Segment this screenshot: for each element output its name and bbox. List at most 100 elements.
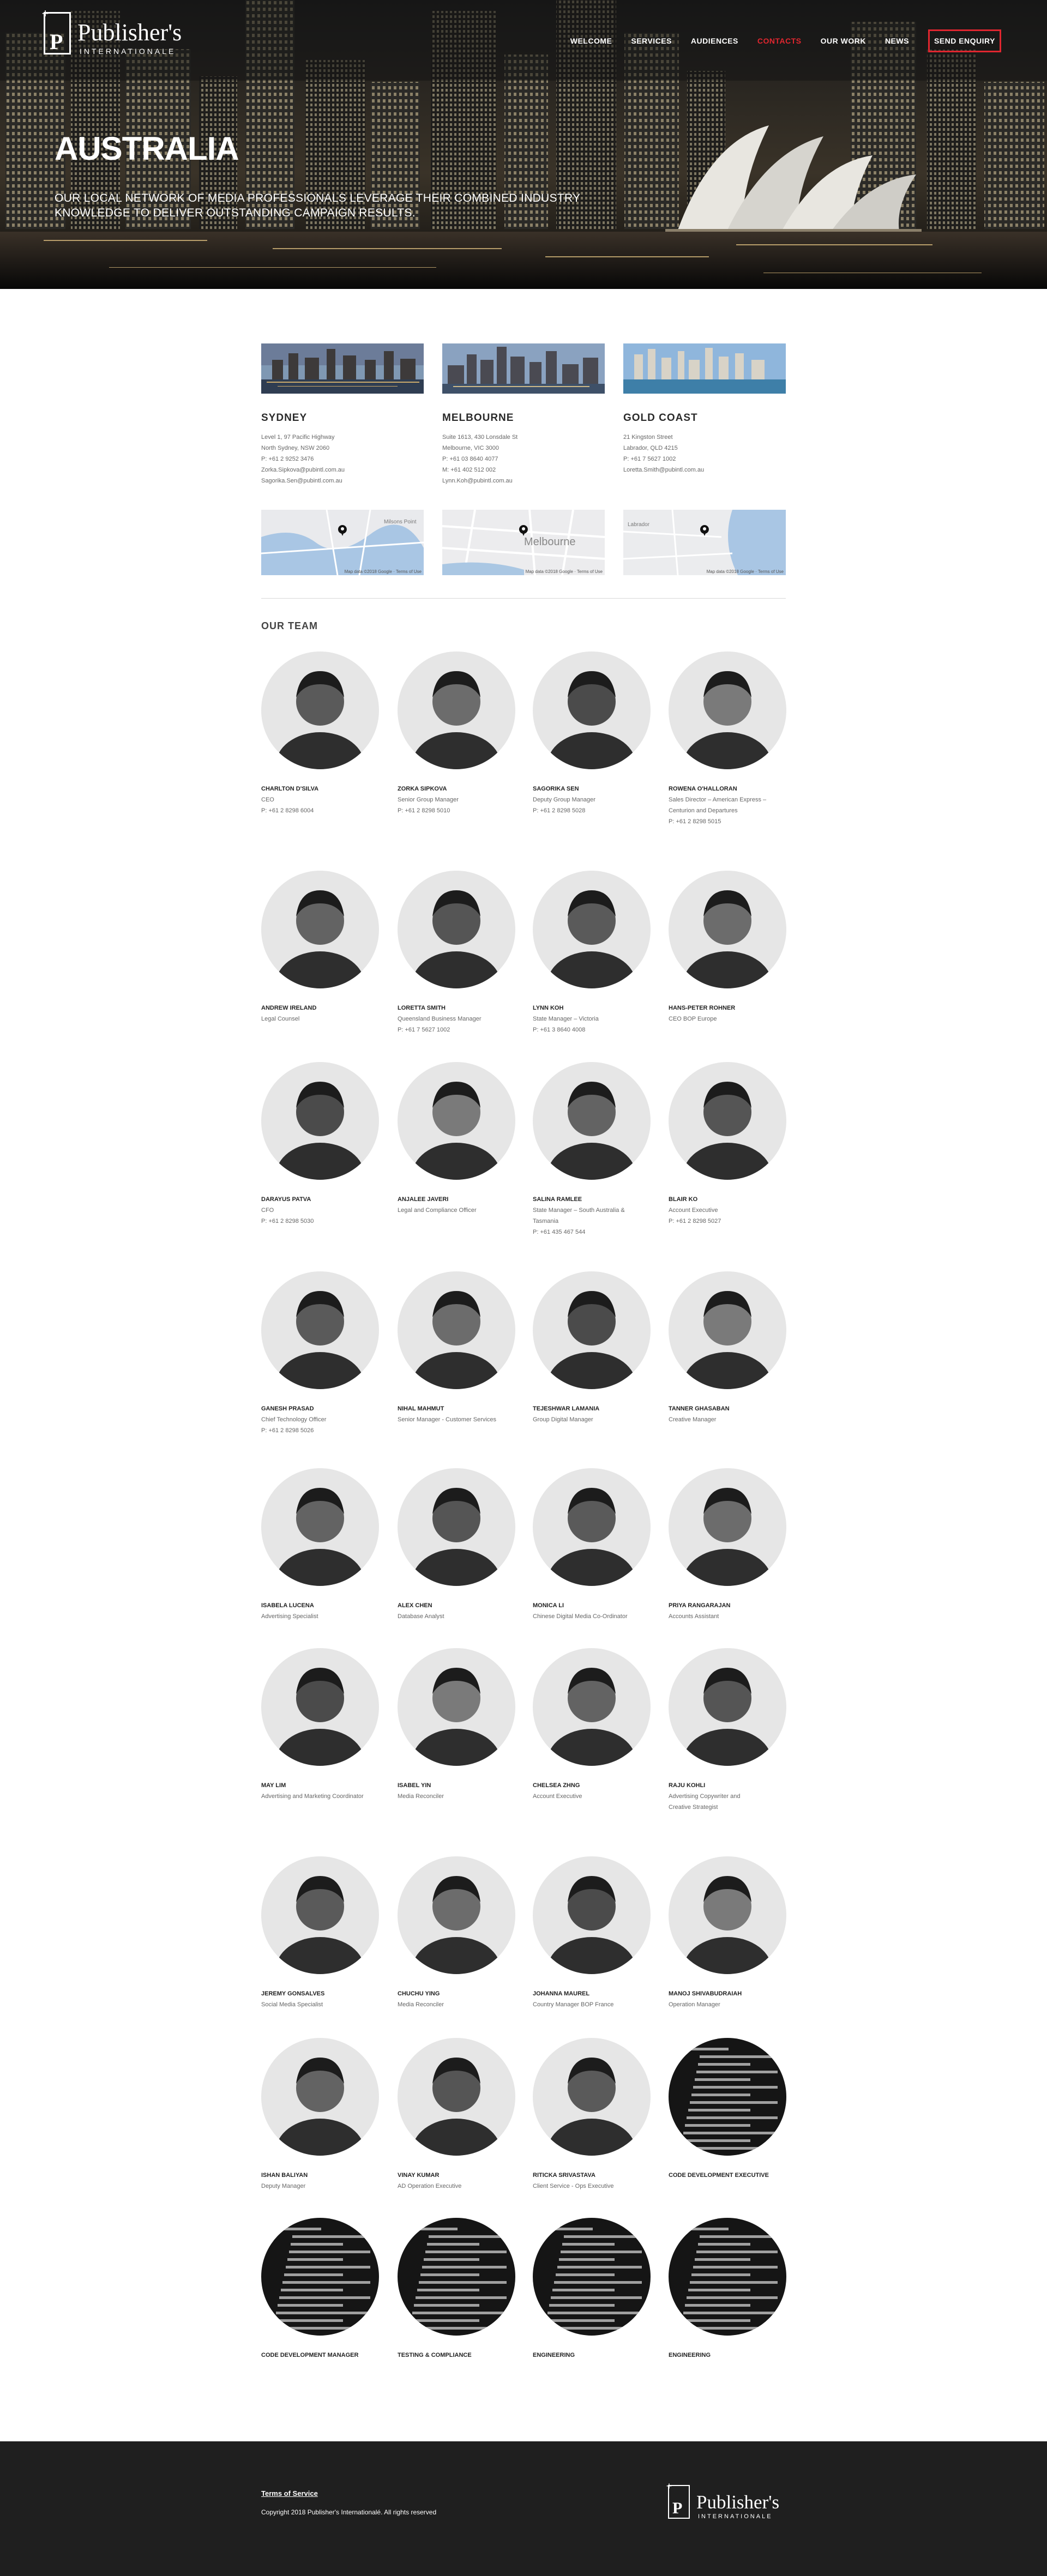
nav-services[interactable]: SERVICES: [631, 37, 672, 45]
office-city: MELBOURNE: [442, 412, 514, 424]
logo-wordmark: Publisher's: [77, 19, 182, 46]
email-link[interactable]: Sagorika.Sen@pubintl.com.au: [261, 475, 424, 486]
team-member-role: Advertising and Marketing Coordinator: [261, 1793, 364, 1800]
team-member-card: MAY LIM Advertising and Marketing Coordin…: [261, 1648, 387, 1802]
team-member-card: VINAY KUMAR AD Operation Executive: [398, 2038, 523, 2192]
team-member-role: Country Manager BOP France: [533, 2001, 614, 2008]
team-member-role: Account Executive: [533, 1793, 582, 1800]
team-member-name: LYNN KOH: [533, 1005, 564, 1011]
terms-of-service-link[interactable]: Terms of Service: [261, 2489, 318, 2497]
team-member-photo: [533, 2218, 651, 2336]
team-member-photo: [261, 1468, 379, 1586]
team-member-role: Media Reconciler: [398, 1793, 444, 1800]
melbourne-map[interactable]: Melbourne Map data ©2018 Google · Terms …: [442, 510, 605, 575]
team-member-name: MONICA LI: [533, 1602, 564, 1609]
team-member-photo: [669, 1062, 786, 1180]
team-member-photo: [669, 651, 786, 769]
team-member-photo: [669, 2038, 786, 2156]
team-member-photo: [398, 1271, 515, 1389]
team-member-card: NIHAL MAHMUT Senior Manager - Customer Se…: [398, 1271, 523, 1425]
team-member-name: ROWENA O'HALLORAN: [669, 786, 737, 792]
team-member-photo: [261, 2218, 379, 2336]
team-member-name: ZORKA SIPKOVA: [398, 786, 447, 792]
team-member-photo: [398, 1468, 515, 1586]
team-member-name: MANOJ SHIVABUDRAIAH: [669, 1990, 742, 1997]
email-link[interactable]: Loretta.Smith@pubintl.com.au: [623, 464, 786, 475]
team-member-photo: [669, 2218, 786, 2336]
team-member-name: TESTING & COMPLIANCE: [398, 2352, 472, 2358]
team-member-name: CHELSEA ZHNG: [533, 1782, 580, 1789]
team-member-role: Account Executive P: +61 2 8298 5027: [669, 1207, 721, 1224]
map-attribution: Map data ©2018 Google · Terms of Use: [344, 569, 422, 574]
gold-coast-map[interactable]: Labrador Map data ©2018 Google · Terms o…: [623, 510, 786, 575]
hero-banner: + P Publisher's INTERNATIONALE WELCOME SE…: [0, 0, 1047, 289]
team-member-photo: [533, 871, 651, 988]
team-member-card: LYNN KOH State Manager – Victoria P: +61 3…: [533, 871, 658, 1035]
team-member-name: ISABELA LUCENA: [261, 1602, 314, 1609]
team-member-name: TEJESHWAR LAMANIA: [533, 1405, 600, 1412]
team-member-photo: [533, 1648, 651, 1766]
footer-logo[interactable]: + P Publisher's INTERNATIONALE: [666, 2481, 799, 2523]
nav-contacts[interactable]: CONTACTS: [757, 37, 802, 45]
team-member-card: CODE DEVELOPMENT EXECUTIVE: [669, 2038, 794, 2181]
nav-audiences[interactable]: AUDIENCES: [691, 37, 738, 45]
team-member-card: BLAIR KO Account Executive P: +61 2 8298 5…: [669, 1062, 794, 1227]
team-member-role: Operation Manager: [669, 2001, 720, 2008]
team-member-role: Creative Manager: [669, 1416, 717, 1423]
nav-news[interactable]: NEWS: [885, 37, 909, 45]
team-heading: OUR TEAM: [261, 620, 318, 631]
svg-text:Milsons Point: Milsons Point: [384, 519, 417, 525]
email-link[interactable]: Zorka.Sipkova@pubintl.com.au: [261, 464, 424, 475]
team-member-photo: [533, 1468, 651, 1586]
team-member-role: Legal Counsel: [261, 1016, 300, 1022]
team-member-role: Media Reconciler: [398, 2001, 444, 2008]
team-member-name: DARAYUS PATVA: [261, 1196, 311, 1203]
team-member-card: TANNER GHASABAN Creative Manager: [669, 1271, 794, 1425]
team-member-card: ISHAN BALIYAN Deputy Manager: [261, 2038, 387, 2192]
team-member-name: ANDREW IRELAND: [261, 1005, 317, 1011]
team-member-photo: [533, 2038, 651, 2156]
team-member-photo: [533, 1856, 651, 1974]
sydney-map[interactable]: Milsons Point Map data ©2018 Google · Te…: [261, 510, 424, 575]
nav-welcome[interactable]: WELCOME: [570, 37, 612, 45]
copyright-text: Copyright 2018 Publisher's International…: [261, 2508, 437, 2516]
publishers-logo[interactable]: + P Publisher's INTERNATIONALE: [42, 8, 185, 61]
team-member-role: Group Digital Manager: [533, 1416, 593, 1423]
main-nav: WELCOME SERVICES AUDIENCES CONTACTS OUR …: [570, 29, 1001, 52]
email-link[interactable]: Lynn.Koh@pubintl.com.au: [442, 475, 605, 486]
team-member-card: TEJESHWAR LAMANIA Group Digital Manager: [533, 1271, 658, 1425]
team-member-card: ISABELA LUCENA Advertising Specialist: [261, 1468, 387, 1622]
team-member-role: Senior Manager - Customer Services: [398, 1416, 496, 1423]
team-member-role: Legal and Compliance Officer: [398, 1207, 477, 1214]
team-member-card: DARAYUS PATVA CFO P: +61 2 8298 5030: [261, 1062, 387, 1227]
team-member-card: JOHANNA MAUREL Country Manager BOP France: [533, 1856, 658, 2010]
team-member-card: ENGINEERING: [533, 2218, 658, 2361]
team-member-role: State Manager – Victoria P: +61 3 8640 40…: [533, 1016, 599, 1033]
team-member-name: CODE DEVELOPMENT MANAGER: [261, 2352, 359, 2358]
team-member-photo: [398, 1062, 515, 1180]
team-member-name: CHARLTON D'SILVA: [261, 786, 319, 792]
page-title: AUSTRALIA: [55, 130, 239, 167]
team-member-photo: [669, 1468, 786, 1586]
sydney-photo: [261, 343, 424, 394]
team-member-name: ENGINEERING: [669, 2352, 711, 2358]
team-member-role: Accounts Assistant: [669, 1613, 719, 1620]
team-member-photo: [261, 1271, 379, 1389]
nav-our-work[interactable]: OUR WORK: [821, 37, 866, 45]
team-member-name: RITICKA SRIVASTAVA: [533, 2172, 595, 2179]
map-attribution: Map data ©2018 Google · Terms of Use: [525, 569, 603, 574]
send-enquiry-button[interactable]: SEND ENQUIRY: [928, 29, 1001, 52]
team-member-card: RAJU KOHLI Advertising Copywriter and Crea…: [669, 1648, 794, 1813]
team-member-photo: [261, 651, 379, 769]
team-member-card: CHUCHU YING Media Reconciler: [398, 1856, 523, 2010]
team-member-name: ISABEL YIN: [398, 1782, 431, 1789]
team-member-role: Deputy Manager: [261, 2183, 306, 2189]
team-member-card: ISABEL YIN Media Reconciler: [398, 1648, 523, 1802]
team-member-photo: [398, 1648, 515, 1766]
melbourne-photo: [442, 343, 605, 394]
team-member-role: Client Service - Ops Executive: [533, 2183, 614, 2189]
team-member-photo: [533, 1062, 651, 1180]
gold-coast-photo: [623, 343, 786, 394]
team-member-photo: [398, 651, 515, 769]
team-member-card: ENGINEERING: [669, 2218, 794, 2361]
